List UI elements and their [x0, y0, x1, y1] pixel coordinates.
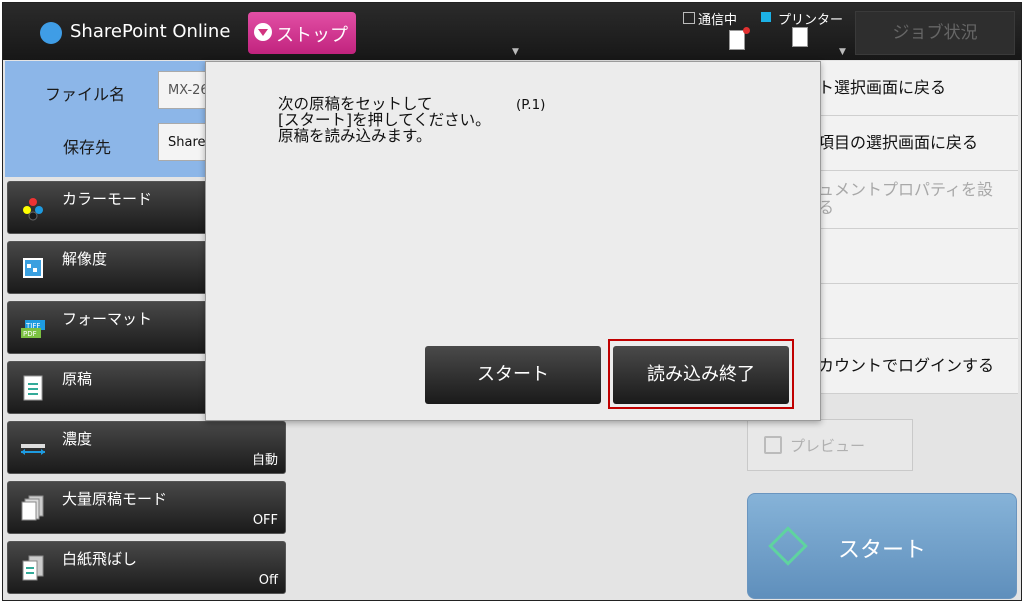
comm-status-label: 通信中 — [698, 13, 738, 28]
resolution-label: 解像度 — [62, 250, 108, 268]
dialog-message-line3: 原稿を読み込みます。 — [278, 127, 432, 145]
header-bar: SharePoint Online ストップ ▼ 通信中 プリンター ▼ ジョブ… — [3, 3, 1021, 60]
screen: SharePoint Online ストップ ▼ 通信中 プリンター ▼ ジョブ… — [2, 2, 1022, 601]
original-label: 原稿 — [62, 370, 93, 388]
resolution-icon — [23, 258, 43, 278]
job-build-icon — [21, 495, 44, 521]
dialog-start-button[interactable]: スタート — [425, 346, 601, 404]
blank-page-skip-label: 白紙飛ばし — [62, 550, 138, 568]
back-to-select-label: ト選択画面に戻る — [818, 78, 947, 97]
density-icon — [21, 444, 45, 455]
printer-status-label: プリンター — [778, 13, 844, 28]
scan-dialog: 次の原稿をセットして [スタート]を押してください。 原稿を読み込みます。 (P… — [205, 61, 821, 421]
start-label: スタート — [838, 538, 927, 563]
svg-text:TIFF: TIFF — [25, 322, 40, 330]
filename-label: ファイル名 — [45, 85, 126, 104]
preview-label: プレビュー — [790, 437, 866, 455]
format-tiff-pdf-icon: TIFF PDF — [21, 320, 45, 338]
dialog-message-line1: 次の原稿をセットして — [278, 95, 433, 113]
start-button[interactable]: スタート — [747, 493, 1017, 599]
document-properties-label: ュメントプロパティを設 — [818, 180, 994, 199]
color-mode-icon — [23, 198, 43, 221]
stop-icon — [254, 23, 272, 41]
job-build-value: OFF — [252, 513, 278, 528]
color-mode-label: カラーモード — [62, 190, 153, 208]
blank-page-skip-value: Off — [258, 573, 278, 588]
page-indicator: (P.1) — [516, 97, 546, 113]
original-document-icon — [23, 375, 43, 401]
comm-indicator-icon — [683, 12, 695, 24]
start-diamond-icon — [768, 526, 808, 566]
document-alert-icon[interactable] — [729, 27, 750, 50]
job-status-button[interactable]: ジョブ状況 — [855, 11, 1015, 55]
preview-icon — [764, 436, 782, 454]
dropdown-arrow-icon: ▼ — [512, 47, 519, 57]
app-title: SharePoint Online — [70, 21, 231, 42]
format-label: フォーマット — [62, 310, 153, 328]
destination-label: 保存先 — [63, 138, 112, 157]
stop-label: ストップ — [276, 25, 348, 46]
svg-text:PDF: PDF — [23, 330, 37, 338]
job-build-button[interactable]: 大量原稿モード OFF — [7, 481, 286, 534]
cloud-icon — [40, 22, 62, 44]
blank-page-skip-icon — [22, 555, 44, 581]
stop-button[interactable]: ストップ — [248, 12, 356, 54]
dialog-message-line2: [スタート]を押してください。 — [278, 111, 491, 129]
printer-queue-icon[interactable] — [792, 27, 808, 47]
job-build-label: 大量原稿モード — [62, 490, 168, 508]
density-label: 濃度 — [62, 430, 93, 448]
density-button[interactable]: 濃度 自動 — [7, 421, 286, 474]
density-value: 自動 — [251, 453, 278, 468]
login-account-label: カウントでログインする — [818, 356, 995, 375]
printer-indicator-icon — [761, 12, 771, 22]
dialog-message: 次の原稿をセットして [スタート]を押してください。 原稿を読み込みます。 — [278, 96, 491, 144]
dropdown-arrow-icon: ▼ — [839, 47, 846, 57]
blank-page-skip-button[interactable]: 白紙飛ばし Off — [7, 541, 286, 594]
preview-button[interactable]: プレビュー — [747, 419, 913, 471]
back-to-item-select-label: 項目の選択画面に戻る — [818, 133, 979, 152]
app-selector[interactable]: SharePoint Online ストップ ▼ — [17, 3, 519, 60]
highlight-box — [608, 339, 794, 409]
